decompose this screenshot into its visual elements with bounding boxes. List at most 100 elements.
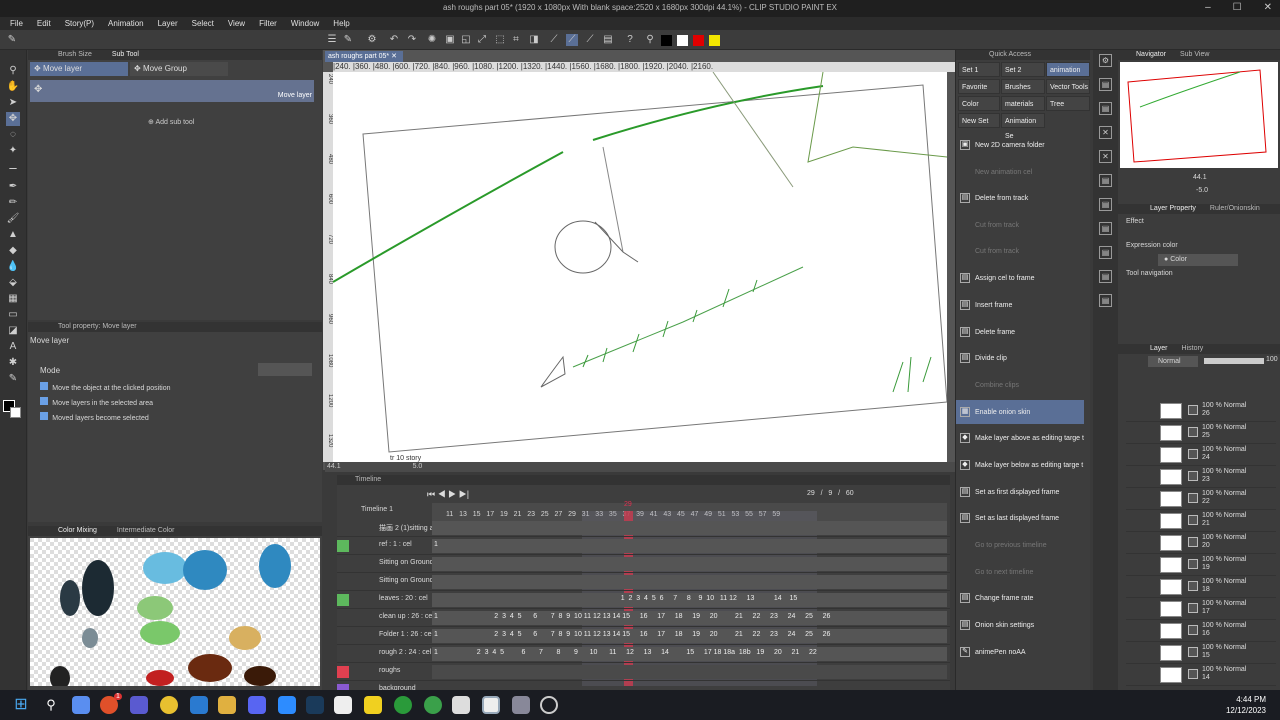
qa-prev-timeline[interactable]: Go to previous timeline <box>956 533 1084 557</box>
qa-new-animation-cel[interactable]: New animation cel <box>956 160 1084 184</box>
zoom-icon[interactable]: ⚲ <box>6 64 20 78</box>
layer-row[interactable]: 100 % Normal 24 <box>1126 444 1276 466</box>
deselect-icon[interactable]: ⬚ <box>494 34 506 46</box>
track-row[interactable]: 描画 2 (1)sitting ar <box>337 519 950 537</box>
swatch-yellow[interactable] <box>709 35 720 46</box>
menu-story[interactable]: Story(P) <box>65 19 94 28</box>
layer-row[interactable]: 100 % Normal 26 <box>1126 400 1276 422</box>
qa-tab[interactable]: Brushes <box>1001 79 1045 94</box>
qa-tab[interactable]: animation set <box>1046 62 1090 89</box>
panel-icon[interactable]: ▤ <box>1099 222 1112 235</box>
panel-icon[interactable]: ▤ <box>1099 198 1112 211</box>
swatch-black[interactable] <box>661 35 672 46</box>
tab-color-mixing[interactable]: Color Mixing <box>58 526 97 536</box>
search-icon[interactable]: ⚲ <box>42 696 60 714</box>
qa-divide-clip[interactable]: ▤ Divide clip <box>956 346 1084 370</box>
invert-icon[interactable]: ◨ <box>528 34 540 46</box>
layer-row[interactable]: 100 % Normal 16 <box>1126 620 1276 642</box>
tab-layer-property[interactable]: Layer Property <box>1150 204 1196 214</box>
gradient-icon[interactable]: ▦ <box>6 292 20 306</box>
settings-app-icon[interactable] <box>512 696 530 714</box>
tab-layer[interactable]: Layer <box>1150 344 1168 354</box>
widgets-icon[interactable] <box>72 696 90 714</box>
menu-icon[interactable]: ☰ <box>326 34 338 46</box>
system-clock[interactable]: 4:44 PM 12/12/2023 <box>1226 694 1266 716</box>
visibility-icon[interactable] <box>337 594 349 606</box>
qa-tab[interactable]: Tree <box>1046 96 1090 111</box>
swatch-red[interactable] <box>693 35 704 46</box>
tab-ruler-onionskin[interactable]: Ruler/Onionskin <box>1210 204 1260 214</box>
panel-icon[interactable]: ▤ <box>1099 174 1112 187</box>
balloon-icon[interactable]: ✱ <box>6 356 20 370</box>
fill-tool-icon[interactable]: ⬙ <box>6 276 20 290</box>
tab-history[interactable]: History <box>1182 344 1204 354</box>
tab-navigator[interactable]: Navigator <box>1136 50 1166 60</box>
tab-sub-tool[interactable]: Sub Tool <box>112 50 139 60</box>
qa-layer-above[interactable]: ◆ Make layer above as editing targe t <box>956 426 1084 450</box>
qa-last-displayed[interactable]: ▤ Set as last displayed frame <box>956 506 1084 530</box>
option-row[interactable]: Move layers in the selected area <box>40 397 153 407</box>
grid-icon[interactable]: ▤ <box>602 34 614 46</box>
visibility-icon[interactable] <box>337 540 349 552</box>
navigator-angle[interactable]: -5.0 <box>1196 187 1208 194</box>
layer-row[interactable]: 100 % Normal 25 <box>1126 422 1276 444</box>
fill-icon[interactable]: ▣ <box>444 34 456 46</box>
checkbox-icon[interactable] <box>40 382 48 390</box>
qa-layer-below[interactable]: ◆ Make layer below as editing targe t <box>956 453 1084 477</box>
track-row[interactable]: leaves : 20 : cel 1 2 3 4 5 6 7 8 9 10 1… <box>337 591 950 609</box>
snap-ruler-icon[interactable]: ⟋ <box>566 34 578 46</box>
menu-file[interactable]: File <box>10 19 23 28</box>
menu-filter[interactable]: Filter <box>259 19 277 28</box>
qa-tab[interactable]: Set 1 <box>958 62 1000 77</box>
layers-icon[interactable]: ▤ <box>1099 78 1112 91</box>
discord-icon[interactable] <box>248 696 266 714</box>
qa-first-displayed[interactable]: ▤ Set as first displayed frame <box>956 480 1084 504</box>
panel-icon[interactable]: ▤ <box>1099 270 1112 283</box>
transform-icon[interactable]: ⤢ <box>476 34 488 46</box>
track-row[interactable]: Folder 1 : 26 : cel 1 2 3 4 5 6 7 8 9 10 … <box>337 627 950 645</box>
track-row[interactable]: Sitting on Ground <box>337 573 950 591</box>
qa-tab[interactable]: Vector Tools <box>1046 79 1090 94</box>
expression-color-select[interactable]: ● Color <box>1158 254 1238 266</box>
maximize-icon[interactable]: ☐ <box>1233 2 1242 13</box>
tab-brush-size[interactable]: Brush Size <box>58 50 92 60</box>
app-icon[interactable] <box>130 696 148 714</box>
redo-icon[interactable]: ↷ <box>406 34 418 46</box>
notes-icon[interactable] <box>364 696 382 714</box>
qa-onion-settings[interactable]: ▤ Onion skin settings <box>956 613 1084 637</box>
play-icon[interactable]: ▶ <box>448 489 456 499</box>
selected-subtool[interactable]: ✥ Move layer <box>30 80 314 102</box>
timeline-name[interactable]: Timeline 1 <box>337 503 432 517</box>
qa-delete-frame[interactable]: ▤ Delete frame <box>956 320 1084 344</box>
lasso-icon[interactable]: ◌ <box>6 128 20 142</box>
layer-row[interactable]: 100 % Normal 22 <box>1126 488 1276 510</box>
close-tab-icon[interactable]: ✕ <box>391 53 397 60</box>
layer-row[interactable]: 100 % Normal 14 <box>1126 664 1276 686</box>
menu-layer[interactable]: Layer <box>158 19 178 28</box>
chrome-icon[interactable] <box>160 696 178 714</box>
move-layer-icon[interactable]: ✥ <box>6 112 20 126</box>
layer-row[interactable]: 100 % Normal 15 <box>1126 642 1276 664</box>
qa-tab[interactable]: materials <box>1001 96 1045 111</box>
layer-row[interactable]: 100 % Normal 20 <box>1126 532 1276 554</box>
zoom-value[interactable]: 44.1 <box>327 463 341 470</box>
layer-row[interactable]: 100 % Normal 17 <box>1126 598 1276 620</box>
layer-row[interactable]: 100 % Normal 18 <box>1126 576 1276 598</box>
blend-icon[interactable]: 💧 <box>6 260 20 274</box>
qa-anime-pen[interactable]: ✎ animePen noAA <box>956 640 1084 664</box>
mail-icon[interactable] <box>190 696 208 714</box>
minimize-icon[interactable]: – <box>1205 2 1211 13</box>
xbox-icon[interactable] <box>394 696 412 714</box>
menu-animation[interactable]: Animation <box>108 19 144 28</box>
steam-icon[interactable] <box>306 696 324 714</box>
navigator-zoom[interactable]: 44.1 <box>1193 174 1207 181</box>
qa-assign-cel[interactable]: ▤ Assign cel to frame <box>956 266 1084 290</box>
palette-icon[interactable]: ⚙ <box>1099 54 1112 67</box>
qa-next-timeline[interactable]: Go to next timeline <box>956 560 1084 584</box>
operation-icon[interactable]: ➤ <box>6 96 20 110</box>
qa-cut-from-track[interactable]: Cut from track <box>956 213 1084 237</box>
sub-color[interactable] <box>10 407 21 418</box>
clear-icon[interactable]: ✺ <box>426 34 438 46</box>
track-row[interactable]: roughs <box>337 663 950 681</box>
checkbox-icon[interactable] <box>40 412 48 420</box>
